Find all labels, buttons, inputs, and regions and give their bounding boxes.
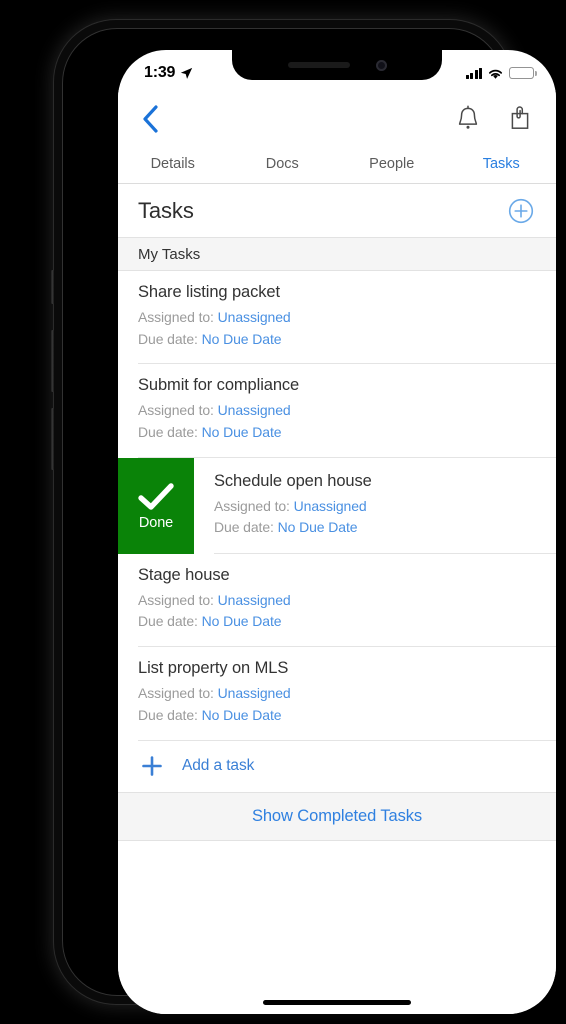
silent-switch-button[interactable] — [51, 270, 54, 304]
plus-circle-icon[interactable] — [508, 198, 534, 224]
earpiece-speaker — [287, 62, 350, 68]
task-assigned-to: Assigned to: Unassigned — [138, 307, 536, 329]
task-title: Stage house — [138, 565, 230, 584]
wifi-icon — [488, 69, 503, 79]
task-due-date: Due date: No Due Date — [138, 422, 536, 444]
assigned-to-label: Assigned to: — [138, 591, 214, 608]
assigned-to-value[interactable]: Unassigned — [218, 402, 291, 418]
task-row[interactable]: List property on MLS Assigned to: Unassi… — [118, 647, 556, 741]
tasks-header: Tasks — [118, 184, 556, 238]
task-row[interactable]: Stage house Assigned to: Unassigned Due … — [118, 553, 556, 648]
task-row[interactable]: Submit for compliance Assigned to: Unass… — [118, 364, 556, 458]
tab-docs[interactable]: Docs — [228, 148, 338, 183]
location-arrow-icon — [181, 67, 193, 79]
due-date-label: Due date: — [138, 424, 198, 441]
assigned-to-label: Assigned to: — [138, 309, 214, 325]
attachment-document-icon[interactable] — [508, 105, 534, 133]
home-indicator[interactable] — [263, 1000, 411, 1005]
checkmark-icon — [138, 483, 174, 510]
task-due-date: Due date: No Due Date — [138, 705, 536, 727]
due-date-label: Due date: — [138, 706, 198, 723]
assigned-to-label: Assigned to: — [214, 497, 290, 514]
phone-screen: 1:39 Details Docs People Tasks Tasks My … — [118, 50, 556, 1014]
cellular-signal-icon — [465, 67, 482, 79]
done-swipe-action-button[interactable]: Done — [118, 457, 194, 554]
navigation-bar — [118, 90, 556, 148]
due-date-value[interactable]: No Due Date — [278, 519, 358, 535]
battery-icon — [509, 67, 537, 79]
back-button[interactable] — [142, 102, 176, 136]
notification-bell-icon[interactable] — [456, 105, 482, 133]
assigned-to-value[interactable]: Unassigned — [218, 309, 291, 325]
row-divider — [138, 739, 556, 741]
front-camera — [375, 59, 387, 71]
status-bar-right — [465, 67, 537, 80]
show-completed-tasks-button[interactable]: Show Completed Tasks — [118, 792, 556, 841]
tab-tasks[interactable]: Tasks — [447, 148, 557, 183]
task-title: List property on MLS — [138, 659, 289, 678]
task-row-body[interactable]: Schedule open house Assigned to: Unassig… — [194, 458, 556, 554]
task-due-date: Due date: No Due Date — [214, 517, 536, 539]
task-title: Share listing packet — [138, 283, 280, 301]
assigned-to-label: Assigned to: — [138, 685, 214, 702]
section-header-label: My Tasks — [138, 245, 201, 263]
tab-details[interactable]: Details — [118, 148, 228, 183]
assigned-to-value[interactable]: Unassigned — [218, 592, 291, 608]
task-row-swiped[interactable]: Done Schedule open house Assigned to: Un… — [118, 457, 556, 554]
tab-people[interactable]: People — [337, 148, 447, 183]
task-assigned-to: Assigned to: Unassigned — [138, 683, 536, 705]
due-date-value[interactable]: No Due Date — [202, 331, 282, 347]
due-date-value[interactable]: No Due Date — [202, 707, 282, 723]
page-title: Tasks — [138, 197, 194, 223]
task-title: Schedule open house — [214, 471, 372, 490]
status-bar-left: 1:39 — [144, 64, 193, 82]
assigned-to-value[interactable]: Unassigned — [218, 685, 291, 701]
due-date-label: Due date: — [214, 519, 274, 536]
due-date-label: Due date: — [138, 330, 198, 347]
due-date-value[interactable]: No Due Date — [202, 424, 282, 440]
show-completed-tasks-label: Show Completed Tasks — [251, 806, 423, 825]
phone-frame: 1:39 Details Docs People Tasks Tasks My … — [51, 20, 556, 1014]
tasks-content: Tasks My Tasks Share listing packet Assi… — [118, 184, 556, 1014]
assigned-to-label: Assigned to: — [138, 402, 214, 419]
task-row[interactable]: Share listing packet Assigned to: Unassi… — [118, 271, 556, 365]
due-date-label: Due date: — [138, 613, 198, 630]
volume-up-button[interactable] — [51, 330, 54, 392]
status-bar-time: 1:39 — [144, 64, 176, 81]
device-notch — [232, 50, 442, 80]
done-action-label: Done — [138, 514, 174, 531]
chevron-left-icon — [143, 105, 158, 133]
task-due-date: Due date: No Due Date — [138, 611, 536, 633]
plus-icon — [142, 756, 162, 776]
tab-bar: Details Docs People Tasks — [118, 148, 556, 184]
volume-down-button[interactable] — [51, 408, 54, 470]
assigned-to-value[interactable]: Unassigned — [294, 498, 367, 514]
due-date-value[interactable]: No Due Date — [202, 613, 282, 629]
add-a-task-label: Add a task — [182, 757, 255, 774]
task-assigned-to: Assigned to: Unassigned — [214, 496, 536, 518]
section-header-my-tasks: My Tasks — [118, 238, 556, 271]
add-a-task-row[interactable]: Add a task — [118, 740, 556, 793]
task-assigned-to: Assigned to: Unassigned — [138, 590, 536, 612]
navigation-bar-actions — [456, 105, 534, 133]
task-title: Submit for compliance — [138, 376, 300, 395]
task-due-date: Due date: No Due Date — [138, 329, 536, 351]
task-assigned-to: Assigned to: Unassigned — [138, 400, 536, 422]
